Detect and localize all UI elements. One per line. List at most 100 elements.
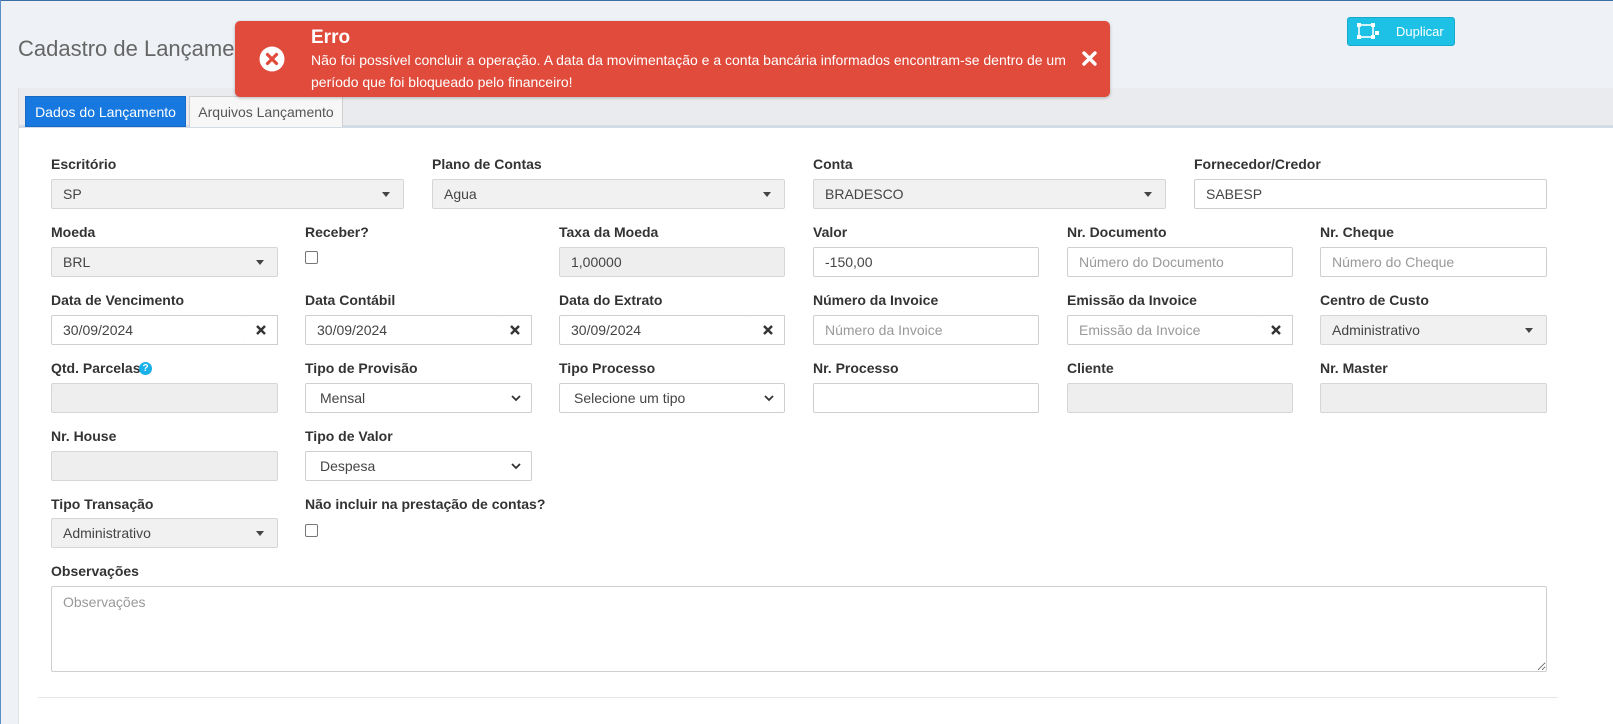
data-extrato-input[interactable]: 30/09/2024 [559,315,752,345]
qtd-parcelas-input [51,383,278,413]
numero-invoice-label: Número da Invoice [813,292,939,308]
numero-invoice-input[interactable]: Número da Invoice [813,315,1039,345]
taxa-moeda-value: 1,00000 [571,254,622,270]
valor-label: Valor [813,224,848,240]
caret-down-icon [256,260,264,265]
chevron-down-icon [511,395,521,402]
moeda-value: BRL [63,254,91,270]
emissao-invoice-clear-button[interactable] [1259,315,1293,345]
toast-message: Não foi possível concluir a operação. A … [311,52,1066,90]
caret-down-icon [382,192,390,197]
tipo-transacao-value: Administrativo [63,525,151,541]
centro-custo-select[interactable]: Administrativo [1320,315,1547,345]
close-icon [1270,325,1281,335]
data-contabil-clear-button[interactable] [498,315,532,345]
help-icon[interactable]: ? [139,362,152,375]
nao-incluir-label: Não incluir na prestação de contas? [305,496,546,512]
moeda-select[interactable]: BRL [51,247,278,277]
plano-contas-label: Plano de Contas [432,156,542,172]
conta-label: Conta [813,156,853,172]
conta-value: BRADESCO [825,186,904,202]
emissao-invoice-label: Emissão da Invoice [1067,292,1197,308]
centro-custo-value: Administrativo [1332,322,1420,338]
nr-cheque-label: Nr. Cheque [1320,224,1394,240]
error-circle-icon [259,46,285,72]
tab-arquivos-lancamento[interactable]: Arquivos Lançamento [189,96,343,127]
page-title: Cadastro de Lançamento [18,36,266,61]
emissao-invoice-input[interactable]: Emissão da Invoice [1067,315,1260,345]
window-left-border [0,0,1,724]
error-toast: Erro Não foi possível concluir a operaçã… [235,21,1110,97]
receber-label: Receber? [305,224,369,240]
nr-master-label: Nr. Master [1320,360,1388,376]
receber-checkbox[interactable] [305,251,318,264]
escritorio-select[interactable]: SP [51,179,404,209]
toast-title: Erro [311,27,351,48]
caret-down-icon [763,192,771,197]
cliente-label: Cliente [1067,360,1114,376]
chevron-down-icon [511,463,521,470]
tipo-valor-label: Tipo de Valor [305,428,393,444]
tipo-provisao-select[interactable]: Mensal [305,383,532,413]
data-contabil-value: 30/09/2024 [317,322,388,338]
duplicate-icon [1357,22,1379,39]
caret-down-icon [1144,192,1152,197]
cliente-input [1067,383,1293,413]
fornecedor-input[interactable]: SABESP [1194,179,1547,209]
tipo-provisao-label: Tipo de Provisão [305,360,418,376]
tipo-processo-label: Tipo Processo [559,360,656,376]
duplicate-button[interactable]: Duplicar [1347,17,1455,46]
data-vencimento-value: 30/09/2024 [63,322,134,338]
numero-invoice-placeholder: Número da Invoice [825,322,943,338]
close-icon [509,325,520,335]
valor-input[interactable]: -150,00 [813,247,1039,277]
tipo-processo-value: Selecione um tipo [574,390,686,406]
nr-house-input [51,451,278,481]
escritorio-value: SP [63,186,82,202]
nr-documento-input[interactable]: Número do Documento [1067,247,1293,277]
nr-processo-label: Nr. Processo [813,360,899,376]
nr-cheque-input[interactable]: Número do Cheque [1320,247,1547,277]
data-extrato-label: Data do Extrato [559,292,663,308]
data-vencimento-label: Data de Vencimento [51,292,185,308]
divider [38,697,1558,698]
taxa-moeda-input: 1,00000 [559,247,785,277]
tipo-valor-value: Despesa [320,458,376,474]
nr-house-label: Nr. House [51,428,117,444]
plano-contas-value: Agua [444,186,477,202]
nao-incluir-checkbox[interactable] [305,524,318,537]
nr-master-input [1320,383,1547,413]
plano-contas-select[interactable]: Agua [432,179,785,209]
fornecedor-value: SABESP [1206,186,1263,202]
data-vencimento-input[interactable]: 30/09/2024 [51,315,245,345]
data-contabil-label: Data Contábil [305,292,396,308]
fornecedor-label: Fornecedor/Credor [1194,156,1321,172]
duplicate-button-label: Duplicar [1396,24,1444,39]
data-vencimento-clear-button[interactable] [244,315,278,345]
data-extrato-clear-button[interactable] [751,315,785,345]
conta-select[interactable]: BRADESCO [813,179,1166,209]
centro-custo-label: Centro de Custo [1320,292,1429,308]
tipo-transacao-label: Tipo Transação [51,496,154,512]
data-contabil-input[interactable]: 30/09/2024 [305,315,499,345]
close-icon [255,325,266,335]
nr-cheque-placeholder: Número do Cheque [1332,254,1455,270]
window-top-border [0,0,1613,1]
data-extrato-value: 30/09/2024 [571,322,642,338]
caret-down-icon [256,531,264,536]
valor-value: -150,00 [825,254,873,270]
moeda-label: Moeda [51,224,96,240]
nr-processo-input[interactable] [813,383,1039,413]
emissao-invoice-placeholder: Emissão da Invoice [1079,322,1201,338]
chevron-down-icon [764,395,774,402]
close-icon [762,325,773,335]
nr-documento-label: Nr. Documento [1067,224,1167,240]
taxa-moeda-label: Taxa da Moeda [559,224,659,240]
close-icon[interactable] [1082,51,1097,66]
tipo-transacao-select[interactable]: Administrativo [51,518,278,548]
observacoes-label: Observações [51,563,139,579]
tipo-processo-select[interactable]: Selecione um tipo [559,383,785,413]
observacoes-textarea[interactable] [51,586,1547,672]
tipo-valor-select[interactable]: Despesa [305,451,532,481]
tab-dados-lancamento[interactable]: Dados do Lançamento [25,96,186,127]
